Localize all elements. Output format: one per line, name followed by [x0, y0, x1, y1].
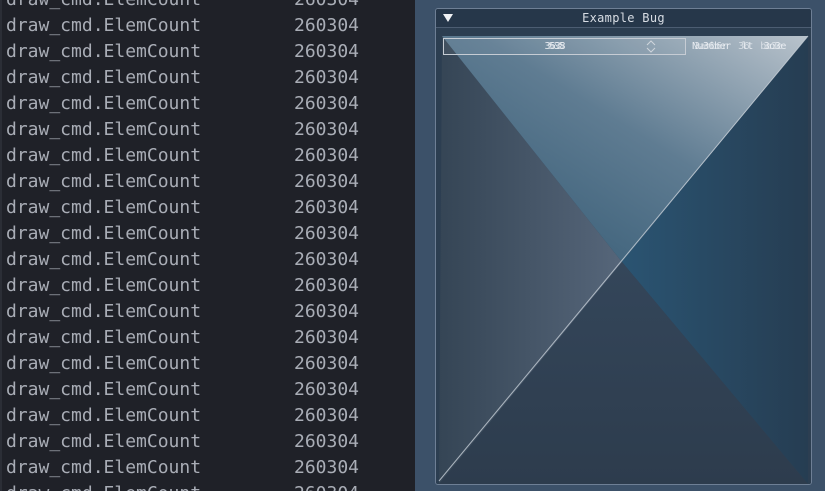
terminal-line-key: draw_cmd.ElemCount [6, 223, 202, 244]
terminal-line: draw_cmd.ElemCount 260304 [4, 117, 414, 143]
terminal-line-key: draw_cmd.ElemCount [6, 67, 202, 88]
terminal-line-value: 260304 [294, 41, 360, 62]
terminal-line-key: draw_cmd.ElemCount [6, 15, 202, 36]
terminal-line: draw_cmd.ElemCount 260304 [4, 221, 414, 247]
gradient-triangles [436, 28, 811, 484]
terminal-line-key: draw_cmd.ElemCount [6, 249, 202, 270]
terminal-line: draw_cmd.ElemCount 260304 [4, 455, 414, 481]
terminal-line-value: 260304 [294, 405, 360, 426]
terminal-line-value: 260304 [294, 93, 360, 114]
terminal-line-value: 260304 [294, 275, 360, 296]
terminal-line-key: draw_cmd.ElemCount [6, 405, 202, 426]
terminal-line-key: draw_cmd.ElemCount [6, 481, 201, 491]
terminal-line: draw_cmd.ElemCount 260304 [4, 377, 414, 403]
number-slider[interactable]: 3638 5&5 [443, 38, 686, 55]
terminal-line-key: draw_cmd.ElemCount [6, 93, 202, 114]
terminal-line-key: draw_cmd.ElemCount [6, 301, 202, 322]
terminal-line: draw_cmd.ElemCount 260304 [4, 143, 414, 169]
terminal-line: draw_cmd.ElemCount 260304 [4, 169, 414, 195]
terminal-line: draw_cmd.ElemCount 260304 [4, 195, 414, 221]
terminal-line-key: draw_cmd.ElemCount [6, 119, 202, 140]
terminal-line-value: 260304 [294, 249, 360, 270]
terminal-line-value: 260304 [294, 301, 360, 322]
terminal-line-value: 260304 [294, 119, 360, 140]
terminal-line-key: draw_cmd.ElemCount [6, 457, 202, 478]
terminal-line: draw_cmd.ElemCount 260304 [4, 481, 414, 491]
terminal-line-value: 260304 [294, 481, 359, 491]
terminal-line: draw_cmd.ElemCount 260304 [4, 91, 414, 117]
terminal-line-key: draw_cmd.ElemCount [6, 0, 201, 13]
terminal-line: draw_cmd.ElemCount 260304 [4, 13, 414, 39]
terminal-line-key: draw_cmd.ElemCount [6, 41, 202, 62]
terminal-line: draw_cmd.ElemCount 260304 [4, 0, 414, 13]
terminal-line: draw_cmd.ElemCount 260304 [4, 65, 414, 91]
terminal-line-value: 260304 [294, 15, 360, 36]
terminal-line-key: draw_cmd.ElemCount [6, 379, 202, 400]
terminal-line-value: 260304 [294, 171, 360, 192]
example-bug-window[interactable]: Example Bug 3638 5&5 Nu36ber lt 3o3e 3am… [435, 8, 812, 485]
terminal-line-key: draw_cmd.ElemCount [6, 275, 202, 296]
terminal-line-key: draw_cmd.ElemCount [6, 197, 202, 218]
terminal-line-value: 260304 [294, 223, 360, 244]
terminal-line-key: draw_cmd.ElemCount [6, 431, 202, 452]
terminal-line-value: 260304 [294, 67, 360, 88]
terminal-line-value: 260304 [294, 353, 360, 374]
window-title: Example Bug [582, 11, 665, 25]
terminal-line-value: 260304 [294, 145, 360, 166]
terminal-line-key: draw_cmd.ElemCount [6, 327, 202, 348]
slider-value-ghost: 5&5 [548, 41, 564, 52]
window-title-bar[interactable]: Example Bug [436, 9, 811, 28]
terminal-line-value: 260304 [294, 0, 359, 13]
terminal-line-value: 260304 [294, 431, 360, 452]
terminal-line-value: 260304 [294, 327, 360, 348]
terminal-output: draw_cmd.ElemCount 260304 draw_cmd.ElemCou… [4, 0, 414, 491]
terminal-line-value: 260304 [294, 379, 360, 400]
terminal-line-value: 260304 [294, 197, 360, 218]
terminal-line-key: draw_cmd.ElemCount [6, 145, 202, 166]
terminal-pane[interactable]: draw_cmd.ElemCount 260304 draw_cmd.ElemCou… [0, 0, 415, 491]
terminal-line: draw_cmd.ElemCount 260304 [4, 351, 414, 377]
terminal-line: draw_cmd.ElemCount 260304 [4, 403, 414, 429]
terminal-line: draw_cmd.ElemCount 260304 [4, 325, 414, 351]
terminal-line: draw_cmd.ElemCount 260304 [4, 39, 414, 65]
slider-label-ghost: 3amb6r 36 ba3e [694, 41, 783, 52]
terminal-line-value: 260304 [294, 457, 360, 478]
render-canvas: 3638 5&5 Nu36ber lt 3o3e 3amb6r 36 ba3e [436, 28, 811, 484]
terminal-line-key: draw_cmd.ElemCount [6, 171, 202, 192]
terminal-line: draw_cmd.ElemCount 260304 [4, 299, 414, 325]
terminal-line-key: draw_cmd.ElemCount [6, 353, 202, 374]
terminal-line: draw_cmd.ElemCount 260304 [4, 247, 414, 273]
chevron-up-down-icon[interactable] [645, 39, 657, 54]
terminal-line: draw_cmd.ElemCount 260304 [4, 429, 414, 455]
terminal-line: draw_cmd.ElemCount 260304 [4, 273, 414, 299]
